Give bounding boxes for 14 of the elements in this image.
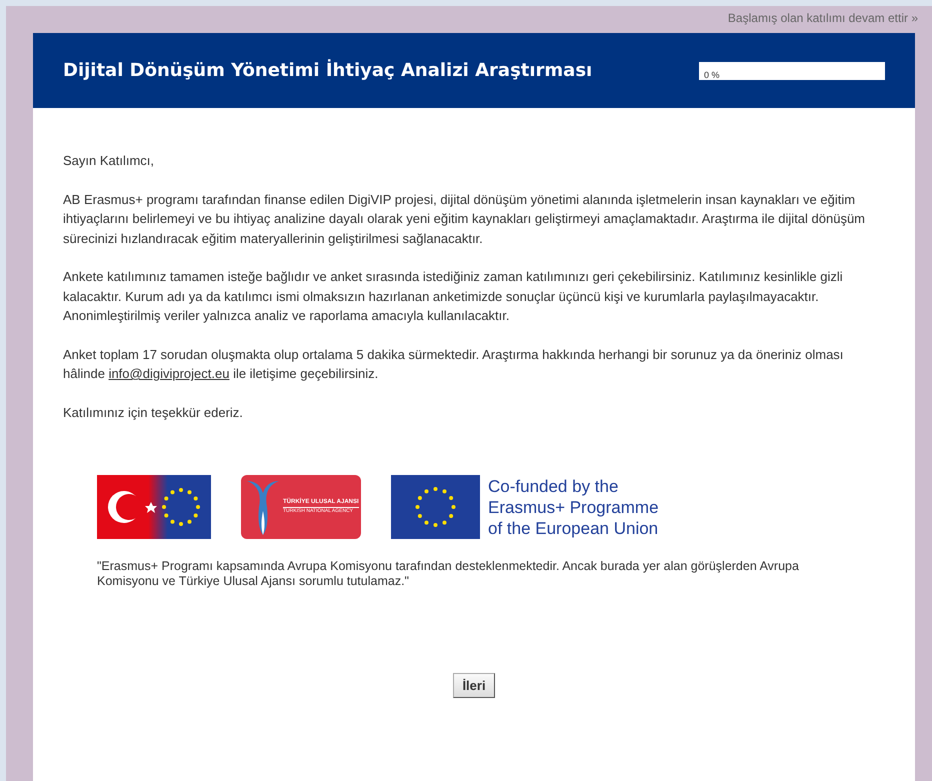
greeting: Sayın Katılımcı, — [63, 152, 156, 170]
cofunded-text: of the European Union — [488, 518, 659, 538]
intro-paragraph: AB Erasmus+ programı tarafından finanse edilen DigiVIP projesi, dijital dönüşüm yönetimi alanında işletmelerin insan kaynakları ve eğitim ihtiyaçlarını belirlemeyi ve bu ihtiyaç analizine dayalı olarak yeni eğitim kaynakları geliştirmeyi amaçlamaktadır. Araştırma ile dijital dönüşüm sürecinizi hızlandıracak eğitim materyallerinin geliştirilmesi sağlanacaktır. — [63, 190, 866, 248]
cofunded-text: Co-funded by the — [488, 476, 620, 496]
next-button[interactable]: İleri — [453, 673, 495, 698]
intro-paragraph: Ankete katılımınız tamamen isteğe bağlıdır ve anket sırasında istediğiniz zaman katılımınızı geri çekebilirsiniz. Katılımınız kesinlikle gizli kalacaktır. Kurum adı ya da katılımcı ismi olmaksızın hazırlanan anketimizde sonuçlar üçüncü kişi ve kurumlarla paylaşılmayacaktır. Anonimleştirilmiş veriler yalnızca analiz ve raporlama amacıyla kullanılacaktır. — [63, 268, 844, 325]
contact-paragraph: Anket toplam 17 sorudan oluşmakta olup ortalama 5 dakika sürmektedir. Araştırma hakkında herhangi bir sorunuz ya da öneriniz olması hâlinde info@digiviproject.eu ile iletişime geçebilirsiniz. — [63, 346, 844, 383]
eu-flag-icon — [391, 475, 480, 539]
thanks-text: Katılımınız için teşekkür ederiz. — [63, 404, 244, 422]
email-link[interactable]: info@digiviproject.eu — [108, 366, 230, 381]
cofunded-text: Erasmus+ Programme — [488, 496, 659, 518]
progress-reading: 0 % — [703, 70, 720, 80]
disclaimer-text: "Erasmus+ Programı kapsamında Avrupa Komisyonu tarafından desteklenmektedir. Ancak burada yer alan görüşlerden Avrupa Komisyonu ve Türkiye Ulusal Ajansı sorumlu tutulamaz." — [97, 559, 800, 589]
survey-title: Dijital Dönüşüm Yönetimi İhtiyaç Analizi Araştırması — [63, 58, 592, 83]
